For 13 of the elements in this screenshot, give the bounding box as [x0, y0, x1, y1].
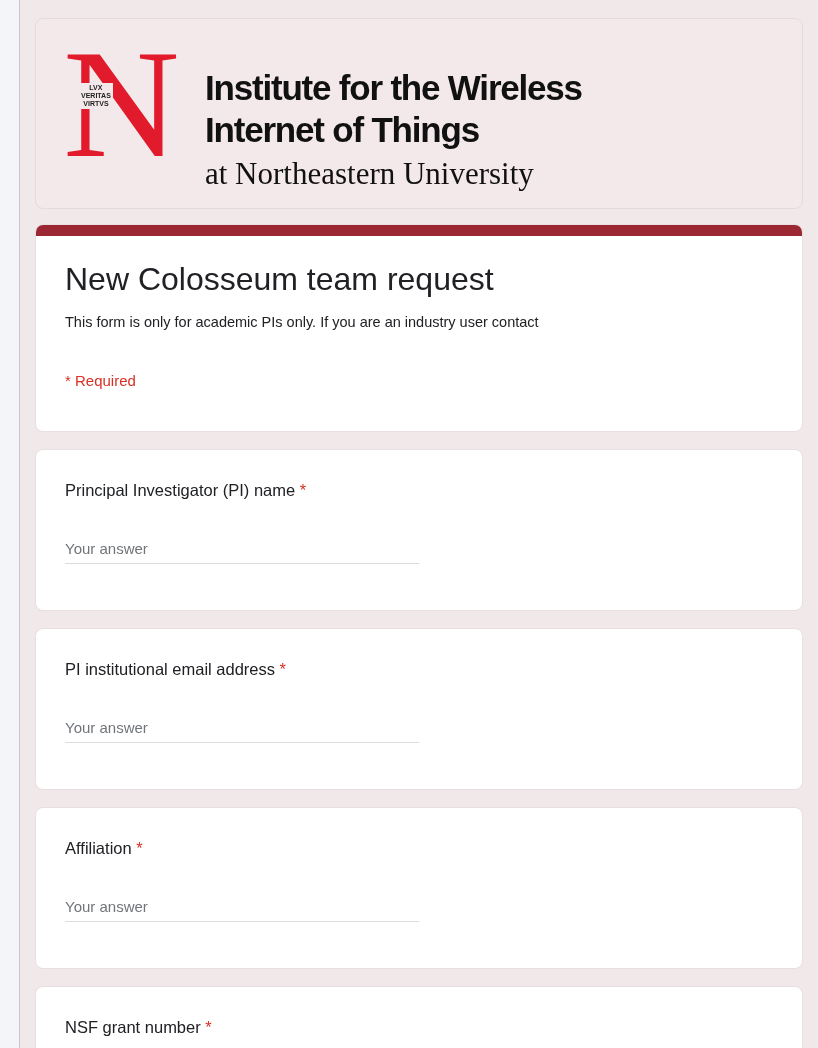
university-name: at Northeastern University: [205, 155, 535, 193]
form-title: New Colosseum team request: [65, 260, 495, 299]
answer-field[interactable]: Your answer: [65, 715, 419, 743]
answer-field[interactable]: Your answer: [65, 536, 419, 564]
question-label: PI institutional email address *: [65, 660, 288, 679]
required-note: * Required: [65, 372, 137, 389]
question-label: Affiliation *: [65, 839, 144, 858]
form-description: This form is only for academic PIs only. If you are an industry user contact: [65, 314, 540, 330]
answer-field[interactable]: Your answer: [65, 894, 419, 922]
question-label: Principal Investigator (PI) name *: [65, 481, 308, 500]
institute-name: Institute for the Wireless: [205, 67, 582, 109]
institute-name: Internet of Things: [205, 109, 480, 151]
question-label: NSF grant number *: [65, 1018, 213, 1037]
